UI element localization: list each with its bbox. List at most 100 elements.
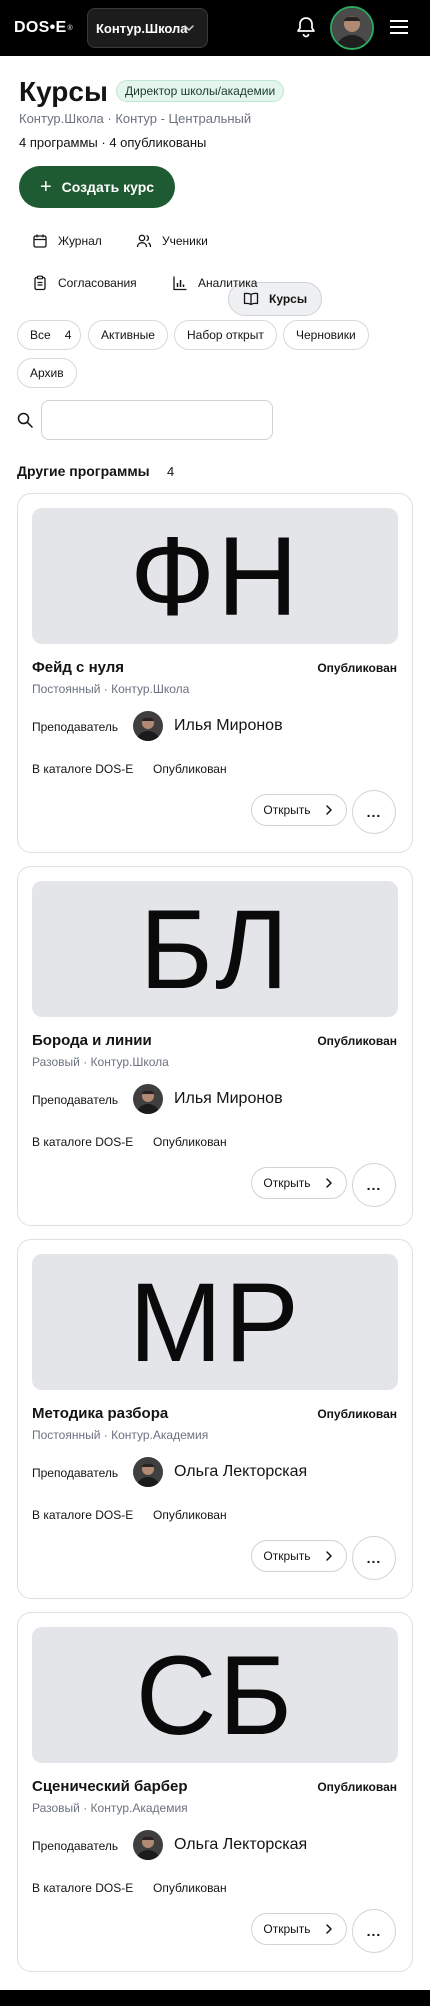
course-meta: Постоянный · Контур.Школа bbox=[32, 682, 190, 696]
logo-trademark: ® bbox=[67, 24, 73, 32]
bell-icon[interactable] bbox=[296, 16, 316, 38]
open-button[interactable]: Открыть bbox=[251, 1540, 347, 1572]
tab-journal[interactable]: Журнал bbox=[18, 224, 116, 258]
status-badge: Опубликован bbox=[317, 1034, 397, 1048]
course-meta: Постоянный · Контур.Академия bbox=[32, 1428, 209, 1442]
tab-label: Ученики bbox=[162, 234, 208, 248]
chip-label: Набор открыт bbox=[187, 328, 264, 342]
plus-icon: + bbox=[39, 176, 52, 198]
course-card: СБ Сценический барбер Опубликован Разовы… bbox=[17, 1612, 413, 1972]
tab-label: Согласования bbox=[58, 276, 137, 290]
course-cover: БЛ bbox=[32, 881, 398, 1017]
tab-approvals[interactable]: Согласования bbox=[18, 266, 151, 300]
user-avatar[interactable] bbox=[330, 6, 374, 50]
status-badge: Опубликован bbox=[317, 1407, 397, 1421]
section-count: 4 bbox=[167, 464, 175, 479]
avatar bbox=[133, 1830, 163, 1860]
course-meta: Разовый · Контур.Академия bbox=[32, 1801, 188, 1815]
clipboard-icon bbox=[34, 275, 46, 291]
chevron-down-icon bbox=[184, 25, 194, 31]
filter-chip-all[interactable]: Все 4 bbox=[17, 320, 81, 350]
chip-label: Активные bbox=[101, 328, 155, 342]
course-title: Борода и линии bbox=[32, 1032, 152, 1049]
users-icon bbox=[136, 234, 152, 248]
filter-chip-archive[interactable]: Архив bbox=[17, 358, 77, 388]
status-badge: Опубликован bbox=[317, 661, 397, 675]
catalog-label: В каталоге DOS-E bbox=[32, 1135, 134, 1149]
catalog-label: В каталоге DOS-E bbox=[32, 1881, 134, 1895]
open-button[interactable]: Открыть bbox=[251, 1167, 347, 1199]
filter-chip-enrollment-open[interactable]: Набор открыт bbox=[174, 320, 277, 350]
course-card: МР Методика разбора Опубликован Постоянн… bbox=[17, 1239, 413, 1599]
teacher-label: Преподаватель bbox=[32, 1466, 119, 1480]
tab-label: Аналитика bbox=[198, 276, 258, 290]
course-cover: МР bbox=[32, 1254, 398, 1390]
open-button[interactable]: Открыть bbox=[251, 794, 347, 826]
catalog-label: В каталоге DOS-E bbox=[32, 762, 134, 776]
open-button[interactable]: Открыть bbox=[251, 1913, 347, 1945]
status-badge: Опубликован bbox=[317, 1780, 397, 1794]
course-meta: Разовый · Контур.Школа bbox=[32, 1055, 169, 1069]
avatar bbox=[133, 1084, 163, 1114]
chevron-right-icon bbox=[325, 1924, 332, 1934]
course-card: ФН Фейд с нуля Опубликован Постоянный · … bbox=[17, 493, 413, 853]
catalog-status: Опубликован bbox=[153, 1508, 227, 1522]
teacher-name: Илья Миронов bbox=[174, 717, 283, 734]
open-label: Открыть bbox=[263, 1549, 311, 1563]
catalog-label: В каталоге DOS-E bbox=[32, 1508, 134, 1522]
user-avatar-image bbox=[332, 8, 372, 48]
chevron-right-icon bbox=[325, 1551, 332, 1561]
chevron-right-icon bbox=[325, 805, 332, 815]
tab-label: Журнал bbox=[58, 234, 102, 248]
school-select-value: Контур.Школа bbox=[96, 20, 188, 36]
chevron-right-icon bbox=[325, 1178, 332, 1188]
teacher-name: Илья Миронов bbox=[174, 1090, 283, 1107]
top-bar: DOS•E ® Контур.Школа bbox=[0, 0, 430, 56]
create-course-button[interactable]: + Создать курс bbox=[19, 166, 175, 208]
course-cover: СБ bbox=[32, 1627, 398, 1763]
main-content: Курсы Директор школы/академии Контур.Шко… bbox=[0, 56, 430, 1990]
course-cover: ФН bbox=[32, 508, 398, 644]
teacher-label: Преподаватель bbox=[32, 1093, 119, 1107]
chip-label: Черновики bbox=[296, 328, 356, 342]
page-title: Курсы bbox=[19, 76, 108, 107]
calendar-icon bbox=[33, 234, 47, 248]
chip-label: Все bbox=[30, 328, 51, 342]
teacher-name: Ольга Лекторская bbox=[174, 1836, 308, 1853]
teacher-label: Преподаватель bbox=[32, 720, 119, 734]
open-label: Открыть bbox=[263, 1176, 311, 1190]
avatar bbox=[133, 1457, 163, 1487]
course-title: Сценический барбер bbox=[32, 1778, 188, 1795]
more-options-button[interactable]: ... bbox=[352, 790, 396, 834]
filter-chip-active[interactable]: Активные bbox=[88, 320, 168, 350]
avatar bbox=[133, 711, 163, 741]
course-title: Фейд с нуля bbox=[32, 659, 125, 676]
more-options-button[interactable]: ... bbox=[352, 1536, 396, 1580]
search-icon bbox=[17, 412, 33, 428]
open-label: Открыть bbox=[263, 803, 311, 817]
logo[interactable]: DOS•E ® bbox=[14, 16, 73, 40]
open-label: Открыть bbox=[263, 1922, 311, 1936]
course-title: Методика разбора bbox=[32, 1405, 169, 1422]
hamburger-menu-icon[interactable] bbox=[390, 19, 408, 35]
tab-label: Курсы bbox=[269, 292, 308, 306]
filter-chip-drafts[interactable]: Черновики bbox=[283, 320, 369, 350]
catalog-status: Опубликован bbox=[153, 762, 227, 776]
tab-students[interactable]: Ученики bbox=[122, 224, 222, 258]
tab-analytics[interactable]: Аналитика bbox=[158, 266, 271, 300]
bar-chart-icon bbox=[173, 276, 187, 291]
more-options-button[interactable]: ... bbox=[352, 1163, 396, 1207]
school-select[interactable]: Контур.Школа bbox=[87, 8, 208, 48]
catalog-status: Опубликован bbox=[153, 1135, 227, 1149]
role-badge: Директор школы/академии bbox=[116, 80, 285, 102]
teacher-label: Преподаватель bbox=[32, 1839, 119, 1853]
teacher-name: Ольга Лекторская bbox=[174, 1463, 308, 1480]
more-options-button[interactable]: ... bbox=[352, 1909, 396, 1953]
programs-stats: 4 программы · 4 опубликованы bbox=[19, 135, 207, 150]
create-course-label: Создать курс bbox=[61, 179, 155, 195]
breadcrumb: Контур.Школа · Контур - Центральный bbox=[19, 111, 252, 126]
search-input[interactable] bbox=[41, 400, 273, 440]
course-card: БЛ Борода и линии Опубликован Разовый · … bbox=[17, 866, 413, 1226]
logo-text: DOS•E bbox=[14, 19, 67, 36]
section-title: Другие программы bbox=[17, 463, 150, 479]
